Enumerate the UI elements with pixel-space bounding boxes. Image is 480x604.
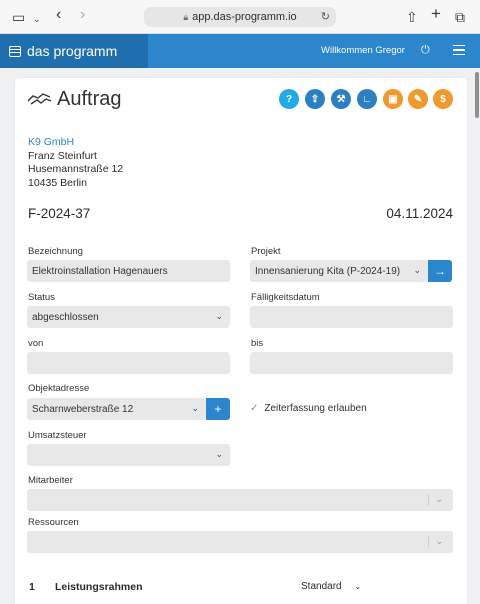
handshake-icon [27, 93, 52, 105]
zeiterfassung-label: Zeiterfassung erlauben [264, 403, 367, 414]
tabs-icon[interactable]: ⧉ [455, 8, 465, 26]
sidebar-icon[interactable]: ▭ [12, 8, 25, 26]
document-number: F-2024-37 [28, 206, 91, 221]
status-label: Status [28, 292, 55, 303]
mitarbeiter-label: Mitarbeiter [28, 475, 73, 486]
separator [428, 494, 429, 506]
app-header: das programm Willkommen Gregor ⏻ [0, 34, 480, 68]
customer-address: K9 GmbH Franz Steinfurt Husemannstraße 1… [28, 136, 123, 190]
bezeichnung-input[interactable]: Elektroinstallation Hagenauers [27, 260, 230, 282]
chevron-down-icon: ⌄ [435, 494, 443, 504]
invoice-icon: $ [440, 93, 446, 105]
share-icon[interactable]: ⇧ [406, 8, 418, 26]
section-number: 1 [29, 581, 35, 593]
brand-name: das programm [27, 43, 118, 59]
chevron-down-icon: ⌄ [215, 449, 223, 459]
save-button[interactable]: ▣ [383, 89, 403, 109]
ressourcen-select[interactable]: ⌄ [27, 531, 453, 553]
objektadresse-value: Scharnweberstraße 12 [32, 403, 134, 415]
order-card: Auftrag ? ⇪ ⚒ ∟ ▣ ✎ $ K9 GmbH Franz Stei… [15, 78, 467, 604]
invoice-button[interactable]: $ [433, 89, 453, 109]
separator [428, 536, 429, 548]
brand[interactable]: das programm [0, 34, 148, 68]
mitarbeiter-select[interactable]: ⌄ [27, 489, 453, 511]
chevron-down-icon[interactable]: ⌄ [33, 10, 41, 28]
page-heading: Auftrag [27, 86, 121, 112]
tools-button[interactable]: ⚒ [331, 89, 351, 109]
measure-button[interactable]: ∟ [357, 89, 377, 109]
customer-company-link[interactable]: K9 GmbH [28, 136, 123, 150]
umsatzsteuer-select[interactable]: ⌄ [27, 444, 230, 466]
reload-icon[interactable]: ↻ [321, 10, 330, 23]
chevron-down-icon: ⌄ [354, 582, 362, 591]
chevron-down-icon: ⌄ [435, 536, 443, 546]
section-mode-select[interactable]: Standard ⌄ [301, 581, 361, 592]
customer-street: Husemannstraße 12 [28, 163, 124, 175]
bezeichnung-value: Elektroinstallation Hagenauers [32, 265, 168, 277]
section-mode-value: Standard [301, 581, 342, 592]
upload-icon: ⇪ [310, 93, 320, 105]
von-input[interactable] [27, 352, 230, 374]
customer-city: 10435 Berlin [28, 176, 87, 189]
forward-icon[interactable]: › [80, 6, 85, 24]
edit-document-button[interactable]: ✎ [408, 89, 428, 109]
ressourcen-label: Ressourcen [28, 517, 79, 528]
open-project-button[interactable]: → [428, 260, 452, 282]
arrow-right-icon: → [434, 264, 446, 278]
status-value: abgeschlossen [32, 311, 99, 323]
edit-document-icon: ✎ [413, 93, 423, 105]
status-select[interactable]: abgeschlossen ⌄ [27, 306, 230, 328]
back-icon[interactable]: ‹ [56, 6, 61, 24]
objektadresse-label: Objektadresse [28, 383, 90, 394]
projekt-value: Innensanierung Kita (P-2024-19) [255, 265, 401, 277]
new-tab-icon[interactable]: + [431, 5, 441, 23]
section-title: Leistungsrahmen [55, 581, 143, 593]
help-icon: ? [285, 93, 293, 105]
hamburger-menu-icon[interactable] [453, 45, 465, 55]
scrollbar-thumb[interactable] [475, 72, 479, 118]
power-icon[interactable]: ⏻ [421, 44, 430, 57]
bis-input[interactable] [250, 352, 453, 374]
chevron-down-icon: ⌄ [215, 311, 223, 321]
zeiterfassung-checkbox[interactable]: ✓ Zeiterfassung erlauben [250, 403, 367, 414]
faelligkeit-input[interactable] [250, 306, 453, 328]
database-icon [9, 45, 21, 57]
ruler-icon: ∟ [362, 93, 372, 105]
projekt-label: Projekt [251, 246, 281, 257]
welcome-text: Willkommen Gregor [321, 45, 405, 56]
von-label: von [28, 338, 44, 349]
chevron-down-icon: ⌄ [413, 265, 421, 275]
lock-icon: 🔒︎ [183, 11, 189, 22]
tools-icon: ⚒ [336, 93, 346, 105]
checkmark-icon: ✓ [250, 403, 259, 414]
save-icon: ▣ [388, 93, 398, 105]
browser-toolbar: ▭ ⌄ ‹ › 🔒︎ app.das-programm.io ↻ ⇧ + ⧉ [0, 0, 480, 34]
url-field[interactable]: 🔒︎ app.das-programm.io ↻ [144, 7, 336, 27]
umsatzsteuer-label: Umsatzsteuer [28, 430, 87, 441]
customer-contact: Franz Steinfurt [28, 149, 97, 162]
bis-label: bis [251, 338, 264, 349]
objektadresse-select[interactable]: Scharnweberstraße 12 ⌄ [27, 398, 206, 420]
upload-button[interactable]: ⇪ [305, 89, 325, 109]
bezeichnung-label: Bezeichnung [28, 246, 83, 257]
url-text: app.das-programm.io [192, 11, 297, 23]
page-title: Auftrag [57, 87, 122, 110]
add-address-button[interactable]: + [206, 398, 230, 420]
help-button[interactable]: ? [279, 89, 299, 109]
document-date: 04.11.2024 [386, 206, 453, 221]
faelligkeit-label: Fälligkeitsdatum [251, 292, 320, 303]
chevron-down-icon: ⌄ [191, 403, 199, 413]
plus-icon: + [214, 402, 222, 416]
projekt-select[interactable]: Innensanierung Kita (P-2024-19) ⌄ [250, 260, 428, 282]
